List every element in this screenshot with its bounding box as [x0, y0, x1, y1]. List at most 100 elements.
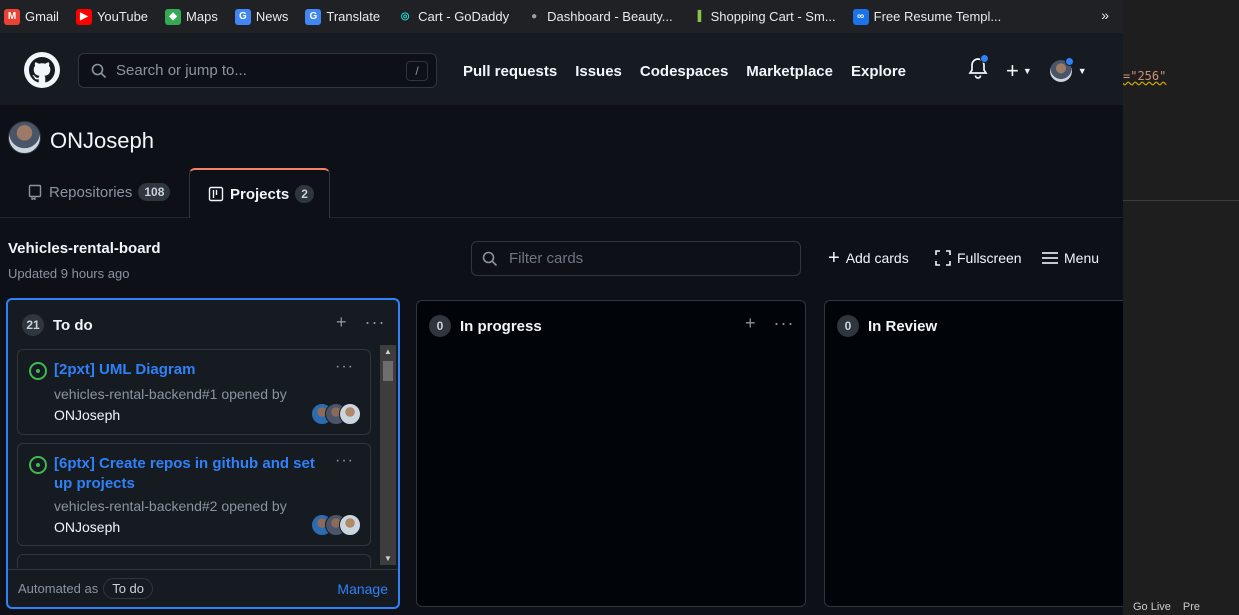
- tab-label: Repositories: [49, 183, 133, 201]
- profile-bar: ONJoseph Repositories 108 Projects 2: [0, 105, 1123, 218]
- nav-pull-requests[interactable]: Pull requests: [463, 63, 557, 80]
- issue-card-partial[interactable]: [17, 554, 371, 568]
- bookmark-maps[interactable]: ◆ Maps: [165, 8, 218, 25]
- nav-explore[interactable]: Explore: [851, 63, 906, 80]
- scroll-down-icon[interactable]: ▼: [384, 554, 392, 563]
- avatar: [339, 403, 361, 425]
- bookmark-gmail[interactable]: M Gmail: [4, 8, 59, 25]
- search-icon: [91, 63, 107, 78]
- scrollbar-thumb[interactable]: [383, 361, 393, 381]
- column-actions: + ···: [745, 313, 795, 334]
- column-header: 0 In progress: [429, 315, 542, 337]
- tab-label: Projects: [230, 185, 290, 203]
- add-cards-label: Add cards: [845, 250, 909, 266]
- assignee-avatars[interactable]: [311, 403, 361, 425]
- column-todo[interactable]: 21 To do + ··· [2pxt] UML Diagram ··· ve…: [6, 298, 400, 609]
- issue-author[interactable]: ONJoseph: [54, 407, 120, 423]
- bookmark-shopping-cart[interactable]: ▐ Shopping Cart - Sm...: [690, 9, 836, 25]
- nav-marketplace[interactable]: Marketplace: [746, 63, 833, 80]
- add-cards-button[interactable]: + Add cards: [828, 247, 909, 269]
- profile-avatar[interactable]: [8, 121, 41, 154]
- fullscreen-button[interactable]: Fullscreen: [935, 250, 1022, 266]
- assignee-avatars[interactable]: [311, 514, 361, 536]
- add-card-icon[interactable]: +: [745, 313, 756, 334]
- bookmark-news[interactable]: G News: [234, 8, 288, 25]
- column-in-progress[interactable]: 0 In progress + ···: [416, 300, 806, 607]
- issue-card[interactable]: [6ptx] Create repos in github and set up…: [17, 443, 371, 546]
- issue-author[interactable]: ONJoseph: [54, 519, 120, 535]
- translate-icon: G: [305, 8, 322, 25]
- search-input[interactable]: Search or jump to... /: [78, 53, 437, 88]
- gmail-icon: M: [4, 8, 20, 25]
- column-header: 21 To do: [22, 314, 93, 336]
- open-issue-icon: [29, 362, 47, 380]
- chevron-down-icon: ▼: [1022, 65, 1032, 76]
- godaddy-icon: ◎: [400, 11, 410, 22]
- bookmark-translate[interactable]: G Translate: [305, 8, 380, 25]
- more-options-icon[interactable]: ···: [774, 313, 795, 334]
- more-options-icon[interactable]: ···: [335, 358, 354, 376]
- menu-label: Menu: [1064, 250, 1100, 266]
- project-title[interactable]: Vehicles-rental-board: [8, 240, 161, 257]
- tab-repositories[interactable]: Repositories 108: [27, 183, 171, 201]
- user-menu-button[interactable]: ▼: [1049, 56, 1087, 82]
- bookmark-dashboard[interactable]: ● Dashboard - Beauty...: [526, 9, 673, 25]
- more-options-icon[interactable]: ···: [335, 452, 354, 470]
- more-options-icon[interactable]: ···: [365, 312, 386, 333]
- maps-icon: ◆: [165, 8, 182, 25]
- editor-strip-overlay: ="256" Go Live Pre: [1123, 0, 1239, 615]
- issue-title[interactable]: [6ptx] Create repos in github and set up…: [54, 454, 324, 494]
- youtube-icon: ▶: [75, 8, 92, 25]
- repo-count: 108: [138, 183, 171, 201]
- column-title: In Review: [868, 317, 938, 335]
- column-header: 0 In Review: [837, 315, 937, 337]
- add-card-icon[interactable]: +: [336, 312, 347, 333]
- shop-icon: ▐: [694, 11, 702, 22]
- column-footer: Automated as To do Manage: [8, 569, 398, 607]
- search-placeholder: Search or jump to...: [116, 62, 247, 79]
- automation-tag: To do: [103, 578, 154, 599]
- column-in-review[interactable]: 0 In Review: [824, 300, 1144, 607]
- bookmarks-bar: M Gmail ▶ YouTube ◆ Maps G News G Translate ◎…: [0, 0, 1123, 33]
- bookmark-resume[interactable]: ∞ Free Resume Templ...: [852, 8, 1001, 25]
- filter-cards-input[interactable]: Filter cards: [471, 241, 801, 276]
- go-live-button[interactable]: Go Live: [1133, 601, 1171, 615]
- automation-label: Automated as: [18, 581, 99, 596]
- filter-placeholder: Filter cards: [509, 250, 584, 267]
- project-updated: Updated 9 hours ago: [8, 266, 130, 281]
- card-count-badge: 0: [429, 315, 451, 337]
- scroll-up-icon[interactable]: ▲: [384, 347, 392, 356]
- more-bookmarks-icon[interactable]: »: [1101, 7, 1109, 23]
- card-count-badge: 0: [837, 315, 859, 337]
- fullscreen-label: Fullscreen: [957, 250, 1022, 266]
- issue-card[interactable]: [2pxt] UML Diagram ··· vehicles-rental-b…: [17, 349, 371, 435]
- issue-title[interactable]: [2pxt] UML Diagram: [54, 360, 324, 380]
- notifications-button[interactable]: [968, 54, 989, 84]
- plus-icon: +: [828, 247, 840, 269]
- profile-username[interactable]: ONJoseph: [50, 128, 154, 154]
- tab-projects[interactable]: Projects 2: [189, 168, 330, 218]
- divider: [1123, 200, 1239, 201]
- column-scrollbar[interactable]: ▲ ▼: [380, 345, 396, 565]
- github-header: Search or jump to... / Pull requests Iss…: [0, 33, 1123, 105]
- chevron-down-icon: ▼: [1077, 65, 1087, 76]
- column-actions: + ···: [336, 312, 386, 333]
- nav-issues[interactable]: Issues: [575, 63, 622, 80]
- plus-icon: +: [1006, 57, 1019, 83]
- news-icon: G: [234, 8, 251, 25]
- nav-codespaces[interactable]: Codespaces: [640, 63, 728, 80]
- github-logo-icon[interactable]: [24, 52, 60, 88]
- code-snippet: ="256": [1123, 69, 1167, 83]
- manage-link[interactable]: Manage: [337, 581, 388, 597]
- globe-icon: ●: [531, 11, 538, 22]
- menu-button[interactable]: Menu: [1042, 250, 1099, 266]
- column-title: In progress: [460, 317, 542, 335]
- editor-status-bar: Go Live Pre: [1123, 601, 1239, 615]
- prettier-status[interactable]: Pre: [1183, 601, 1200, 615]
- bookmark-youtube[interactable]: ▶ YouTube: [75, 8, 148, 25]
- status-dot: [1064, 56, 1074, 66]
- card-count-badge: 21: [22, 314, 44, 336]
- create-new-button[interactable]: + ▼: [1006, 58, 1032, 84]
- bookmark-godaddy[interactable]: ◎ Cart - GoDaddy: [397, 9, 509, 25]
- project-count: 2: [295, 185, 314, 203]
